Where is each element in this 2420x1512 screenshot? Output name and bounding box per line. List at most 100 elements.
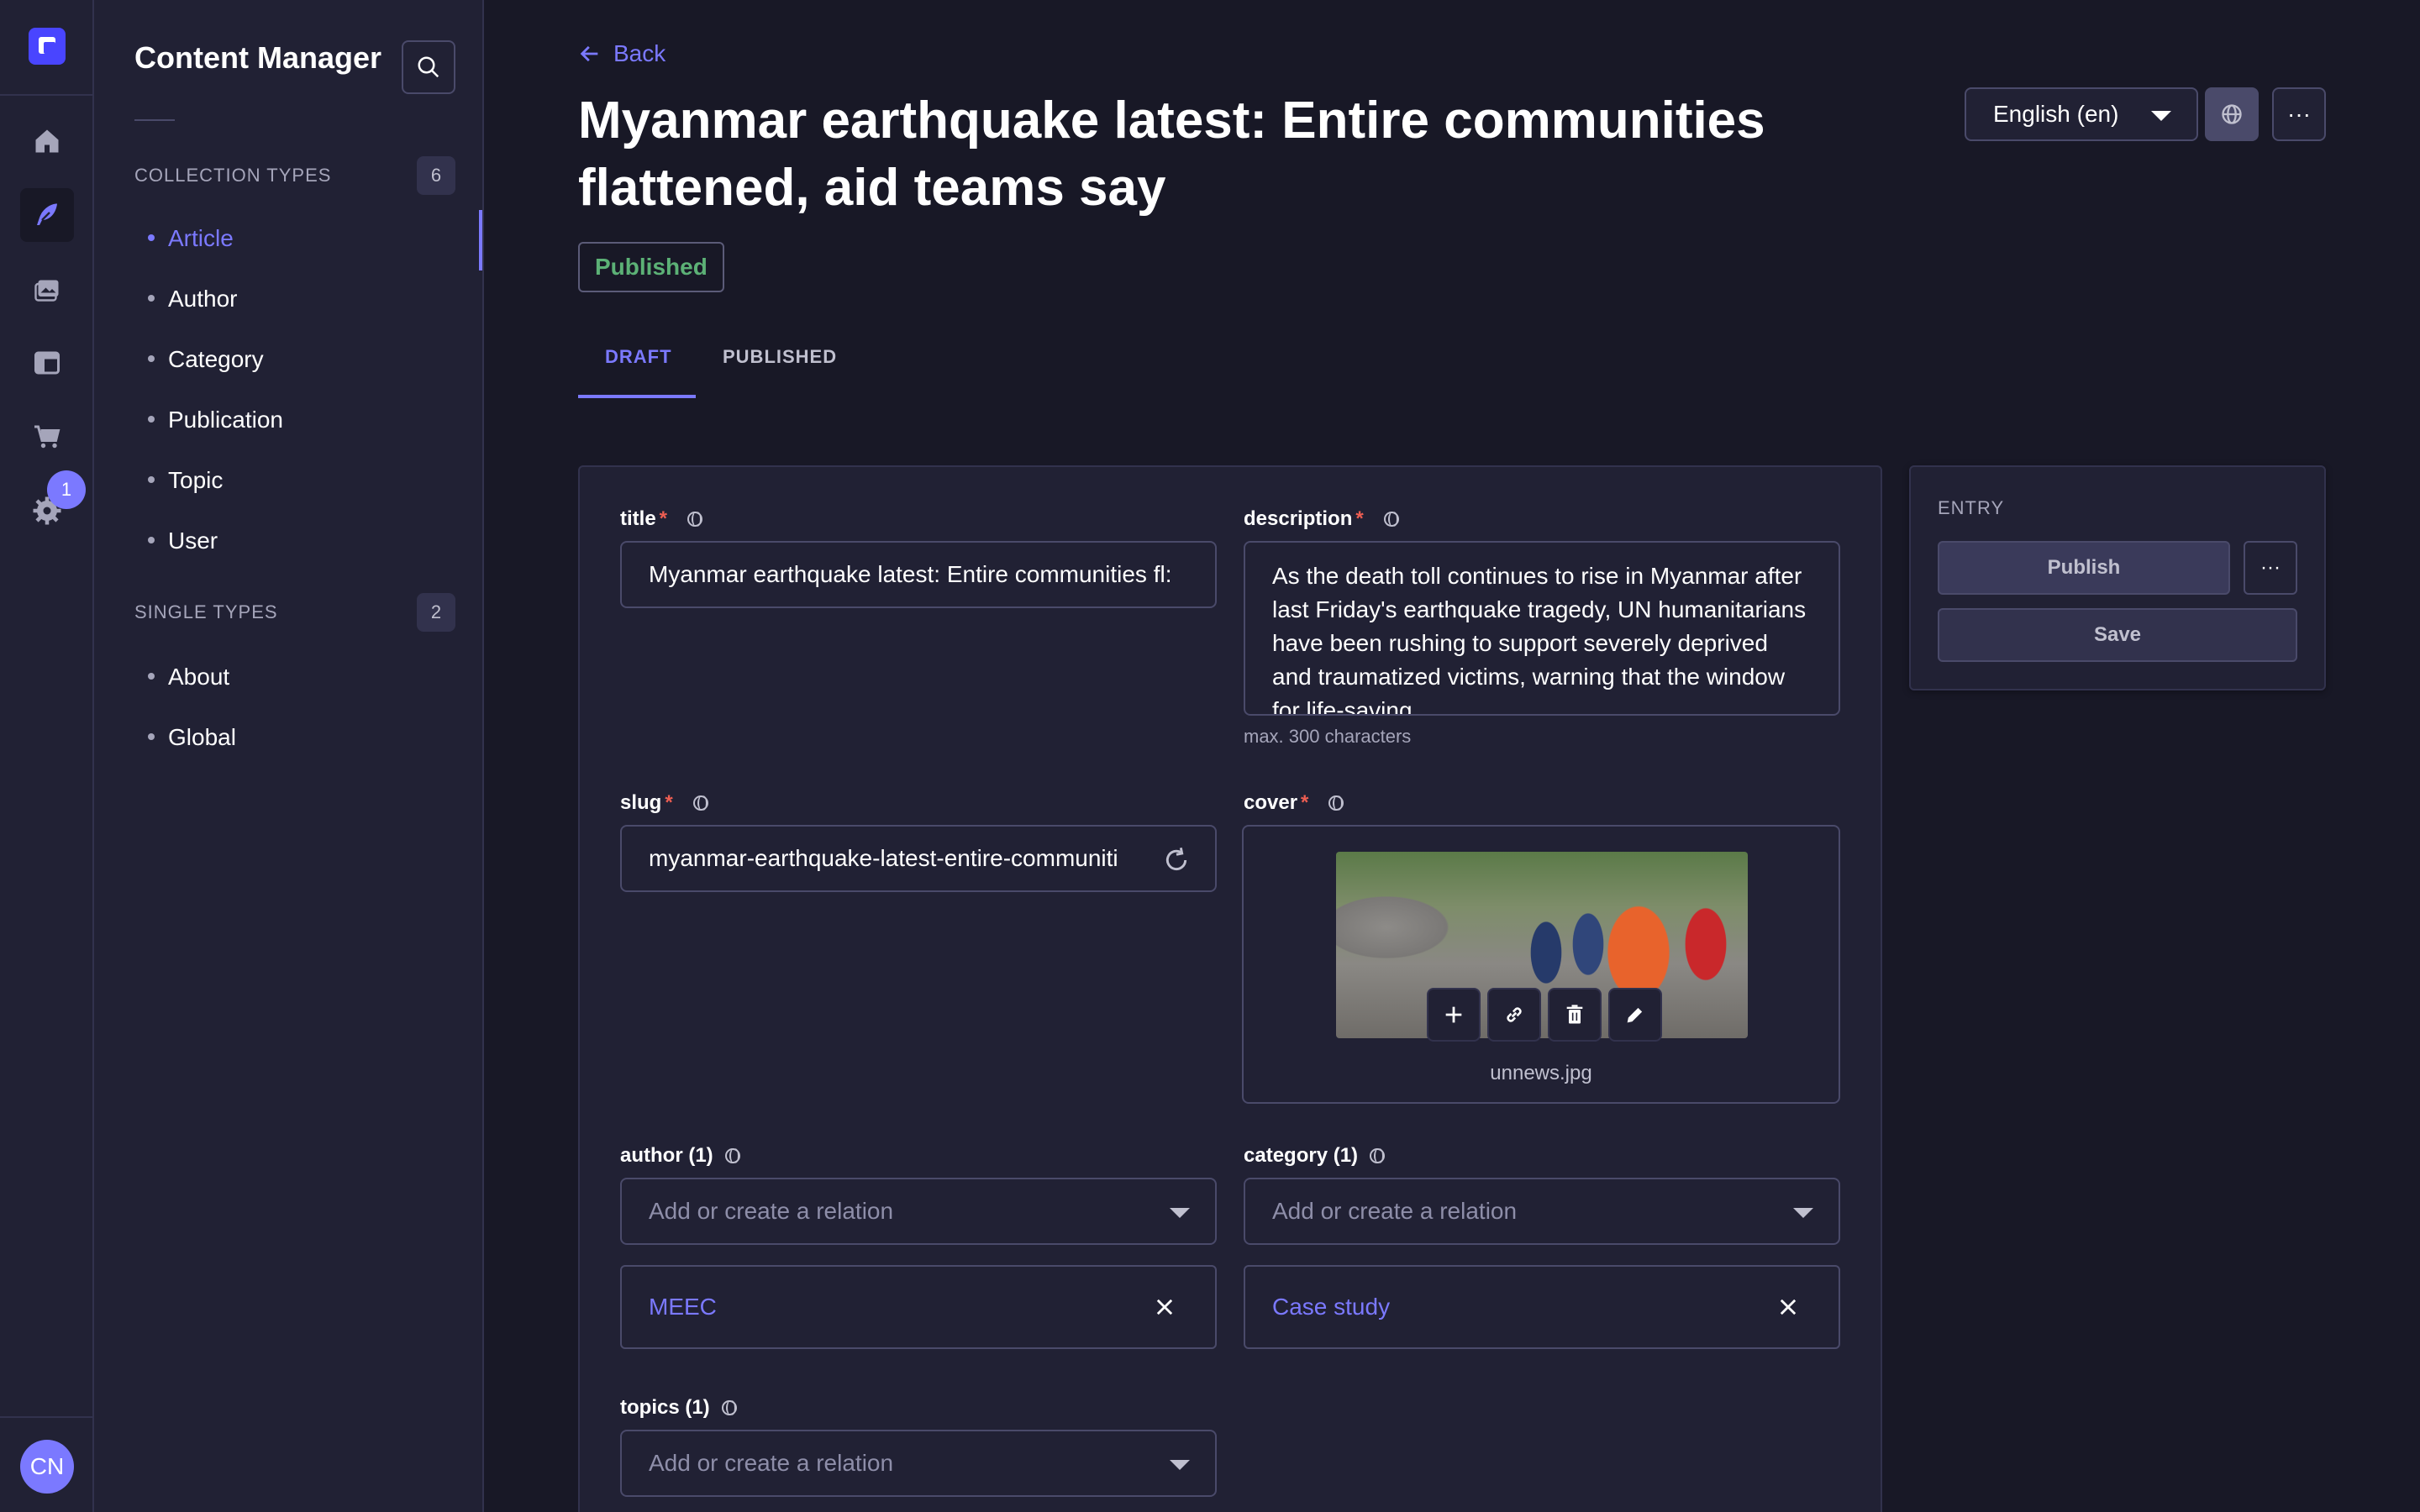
- category-relation-link[interactable]: Case study: [1272, 1294, 1390, 1320]
- avatar[interactable]: CN: [20, 1440, 74, 1494]
- search-icon: [418, 56, 439, 78]
- notification-badge: 1: [47, 470, 86, 509]
- category-relation-select[interactable]: Add or create a relation: [1244, 1178, 1840, 1245]
- bullet-icon: [148, 294, 155, 302]
- nav-item-article[interactable]: Article: [148, 225, 234, 252]
- title-input[interactable]: Myanmar earthquake latest: Entire commun…: [620, 541, 1217, 608]
- slug-label: slug *: [620, 791, 708, 815]
- trash-icon: [1566, 1005, 1583, 1024]
- topics-label: topics (1): [620, 1396, 737, 1420]
- description-label: description *: [1244, 507, 1399, 531]
- globe-icon: [1328, 795, 1344, 811]
- link-icon: [1507, 1007, 1522, 1022]
- description-textarea[interactable]: As the death toll continues to rise in M…: [1244, 541, 1840, 716]
- nav-item-category[interactable]: Category: [148, 346, 264, 373]
- active-tab-indicator: [578, 395, 696, 398]
- content-manager-subnav: Content Manager COLLECTION TYPES 6 Artic…: [94, 0, 484, 1512]
- page-title: Myanmar earthquake latest: Entire commun…: [578, 92, 1765, 217]
- tab-draft[interactable]: DRAFT: [605, 346, 672, 368]
- close-icon[interactable]: [1776, 1295, 1800, 1319]
- slug-input[interactable]: myanmar-earthquake-latest-entire-communi…: [620, 825, 1217, 892]
- search-button[interactable]: [402, 40, 455, 94]
- edit-media-button[interactable]: [1608, 988, 1662, 1042]
- tab-published[interactable]: PUBLISHED: [723, 346, 837, 368]
- cover-label: cover *: [1244, 791, 1344, 815]
- entry-more-button[interactable]: ···: [2244, 541, 2297, 595]
- add-media-button[interactable]: [1427, 988, 1481, 1042]
- globe-icon: [724, 1148, 740, 1163]
- globe-icon: [692, 795, 708, 811]
- topics-relation-select[interactable]: Add or create a relation: [620, 1430, 1217, 1497]
- nav-item-topic[interactable]: Topic: [148, 467, 223, 494]
- globe-icon: [687, 512, 703, 527]
- required-marker: *: [1301, 791, 1309, 814]
- globe-icon: [2222, 104, 2242, 124]
- more-icon: ···: [2287, 101, 2311, 127]
- delete-media-button[interactable]: [1548, 988, 1602, 1042]
- entry-panel-heading: ENTRY: [1938, 497, 2005, 518]
- nav-item-user[interactable]: User: [148, 528, 218, 554]
- slug-label-text: slug: [620, 791, 662, 814]
- collection-types-heading: COLLECTION TYPES: [134, 165, 332, 186]
- content-manager-icon[interactable]: [20, 188, 74, 242]
- copy-link-button[interactable]: [1487, 988, 1541, 1042]
- bullet-icon: [148, 536, 155, 543]
- nav-item-about[interactable]: About: [148, 664, 229, 690]
- required-marker: *: [659, 507, 668, 530]
- slug-value: myanmar-earthquake-latest-entire-communi…: [649, 845, 1118, 871]
- nav-item-global[interactable]: Global: [148, 724, 236, 751]
- author-relation-link[interactable]: MEEC: [649, 1294, 717, 1320]
- globe-icon: [1383, 512, 1399, 527]
- back-label: Back: [613, 40, 666, 66]
- author-placeholder: Add or create a relation: [649, 1198, 894, 1224]
- chevron-down-icon: [2151, 111, 2171, 121]
- nav-item-label: User: [168, 528, 218, 554]
- back-link[interactable]: Back: [578, 40, 666, 67]
- content-type-builder-icon[interactable]: [20, 336, 74, 390]
- more-actions-button[interactable]: ···: [2272, 87, 2326, 141]
- nav-item-publication[interactable]: Publication: [148, 407, 283, 433]
- category-relation-item: Case study: [1244, 1265, 1840, 1349]
- nav-item-label: Topic: [168, 467, 224, 493]
- nav-item-label: Author: [168, 286, 238, 312]
- author-relation-select[interactable]: Add or create a relation: [620, 1178, 1217, 1245]
- marketplace-icon[interactable]: [20, 410, 74, 464]
- required-marker: *: [1355, 507, 1364, 530]
- topics-label-text: topics (1): [620, 1396, 710, 1419]
- category-placeholder: Add or create a relation: [1272, 1198, 1518, 1224]
- rail-divider-bottom: [0, 1416, 92, 1418]
- nav-item-label: Category: [168, 346, 264, 372]
- globe-icon: [1370, 1148, 1386, 1163]
- main-nav-rail: 1 CN: [0, 0, 94, 1512]
- collection-types-count: 6: [417, 156, 455, 195]
- topics-placeholder: Add or create a relation: [649, 1450, 894, 1476]
- media-actions: [1427, 988, 1662, 1042]
- bullet-icon: [148, 354, 155, 362]
- bullet-icon: [148, 234, 155, 241]
- locale-select[interactable]: English (en): [1965, 87, 2198, 141]
- cover-filename: unnews.jpg: [1490, 1062, 1592, 1084]
- strapi-logo[interactable]: [29, 28, 66, 65]
- nav-item-label: Global: [168, 724, 236, 750]
- refresh-icon[interactable]: [1163, 847, 1190, 874]
- globe-icon: [721, 1400, 737, 1415]
- locale-value: English (en): [1993, 101, 2119, 127]
- pencil-icon: [1627, 1007, 1643, 1023]
- author-label: author (1): [620, 1144, 740, 1168]
- active-nav-indicator: [479, 210, 482, 270]
- close-icon[interactable]: [1153, 1295, 1176, 1319]
- single-types-count: 2: [417, 593, 455, 632]
- locale-globe-button[interactable]: [2205, 87, 2259, 141]
- save-button[interactable]: Save: [1938, 608, 2297, 662]
- cover-label-text: cover: [1244, 791, 1298, 814]
- publish-button[interactable]: Publish: [1938, 541, 2230, 595]
- home-icon[interactable]: [20, 114, 74, 168]
- nav-item-label: Article: [168, 225, 234, 251]
- chevron-down-icon: [1170, 1208, 1190, 1218]
- nav-item-author[interactable]: Author: [148, 286, 238, 312]
- media-library-icon[interactable]: [20, 262, 74, 316]
- chevron-down-icon: [1793, 1208, 1813, 1218]
- chevron-down-icon: [1170, 1460, 1190, 1470]
- plus-icon: [1445, 1006, 1462, 1023]
- description-label-text: description: [1244, 507, 1353, 530]
